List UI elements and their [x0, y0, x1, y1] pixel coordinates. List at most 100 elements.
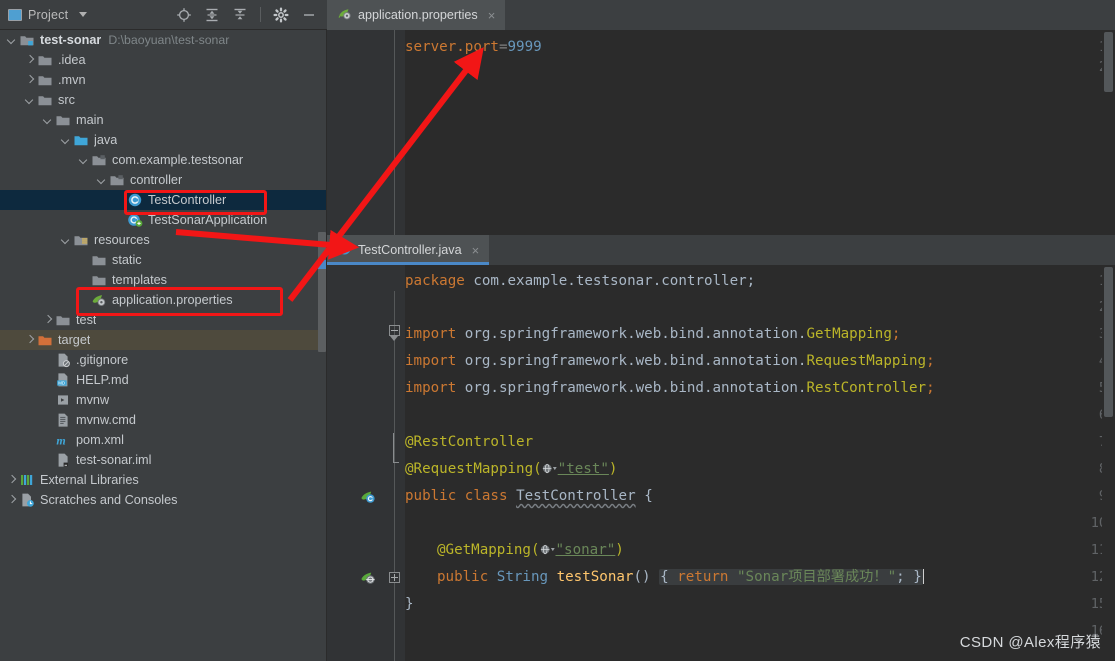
tree-item-external-libraries[interactable]: External Libraries [0, 470, 327, 490]
java-line-5: import org.springframework.web.bind.anno… [405, 378, 935, 398]
tree-item-static[interactable]: static [0, 250, 327, 270]
project-toolbar-actions [176, 6, 327, 23]
semicolon: ; [926, 353, 935, 369]
tree-item-idea[interactable]: .idea [0, 50, 327, 70]
class-close-brace: } [405, 596, 414, 612]
tree-toggle-right-icon[interactable] [24, 335, 35, 346]
close-icon[interactable]: × [488, 9, 496, 22]
minimize-icon[interactable] [301, 7, 317, 23]
tree-item-label: .idea [58, 53, 86, 67]
tree-item-label: External Libraries [40, 473, 139, 487]
tree-item-pom-xml[interactable]: m pom.xml [0, 430, 327, 450]
tree-item-scratches-and-consoles[interactable]: Scratches and Consoles [0, 490, 327, 510]
spring-boot-class-icon [127, 212, 143, 228]
external-libraries-icon [19, 472, 35, 488]
iml-module-file-icon [55, 452, 71, 468]
tree-item-com-example-testsonar[interactable]: com.example.testsonar [0, 150, 327, 170]
tree-toggle-down-icon[interactable] [96, 175, 107, 186]
expand-all-icon[interactable] [204, 7, 220, 23]
tree-item-label: .gitignore [76, 353, 129, 367]
open-brace: { [644, 488, 653, 504]
java-editor-pane[interactable]: 1 2 3 4 5 6 7 8 9 10 11 12 15 16 [327, 265, 1115, 661]
tree-item-mvnw-cmd[interactable]: mvnw.cmd [0, 410, 327, 430]
tree-toggle-right-icon[interactable] [42, 315, 53, 326]
module-folder-icon [19, 32, 35, 48]
folder-icon [37, 92, 53, 108]
tree-item-label: application.properties [112, 293, 233, 307]
folded-method-body[interactable]: { return "Sonar项目部署成功！"; } [659, 569, 923, 585]
svg-text:MD: MD [58, 381, 65, 386]
tree-item-main[interactable]: main [0, 110, 327, 130]
folder-icon [91, 272, 107, 288]
tree-toggle-down-icon[interactable] [6, 35, 17, 46]
scrollbar-thumb[interactable] [1104, 267, 1113, 417]
tree-toggle-right-icon[interactable] [24, 55, 35, 66]
tree-item-mvnw[interactable]: mvnw [0, 390, 327, 410]
folder-icon [55, 312, 71, 328]
properties-fold-line [394, 30, 395, 235]
tree-item-resources[interactable]: resources [0, 230, 327, 250]
tree-item-help-md[interactable]: MD HELP.md [0, 370, 327, 390]
tree-item-label: TestController [148, 193, 227, 207]
tree-item-test-sonar-iml[interactable]: test-sonar.iml [0, 450, 327, 470]
tree-toggle-right-icon[interactable] [6, 495, 17, 506]
collapse-all-icon[interactable] [232, 7, 248, 23]
tree-item-mvn[interactable]: .mvn [0, 70, 327, 90]
tree-item-test-sonar[interactable]: test-sonar D:\baoyuan\test-sonar [0, 30, 327, 50]
scrollbar-thumb[interactable] [1104, 32, 1113, 92]
tree-item-src[interactable]: src [0, 90, 327, 110]
settings-gear-icon[interactable] [273, 6, 289, 23]
keyword-public: public [405, 488, 457, 504]
properties-editor-pane[interactable]: 1 2 server.port=9999 [327, 30, 1115, 235]
keyword-import: import [405, 326, 457, 342]
web-endpoint-inline-icon[interactable] [540, 542, 556, 563]
keyword-import: import [405, 380, 457, 396]
text-caret [922, 569, 925, 584]
tree-toggle-down-icon[interactable] [42, 115, 53, 126]
import-class: RestController [806, 380, 927, 396]
java-line-8: @RequestMapping("test") [405, 459, 617, 479]
folded-close-brace: } [913, 569, 922, 585]
tree-item-testsonarapplication[interactable]: TestSonarApplication [0, 210, 327, 230]
tree-item-templates[interactable]: templates [0, 270, 327, 290]
fold-marker-imports[interactable] [389, 325, 400, 341]
chevron-down-icon[interactable] [79, 12, 88, 17]
project-tree[interactable]: test-sonar D:\baoyuan\test-sonar .idea .mvn… [0, 30, 327, 661]
tree-item-label: controller [130, 173, 183, 187]
semicolon: ; [926, 380, 935, 396]
tree-item-gitignore[interactable]: .gitignore [0, 350, 327, 370]
locate-target-icon[interactable] [176, 7, 192, 23]
property-value: 9999 [507, 39, 542, 55]
project-title-group[interactable]: Project [0, 8, 88, 22]
tree-toggle-down-icon[interactable] [78, 155, 89, 166]
fold-expand-marker-line12[interactable] [389, 572, 400, 583]
web-endpoint-inline-icon[interactable] [542, 461, 558, 482]
import-class: GetMapping [806, 326, 892, 342]
property-key: server.port [405, 39, 499, 55]
package-name: com.example.testsonar.controller; [473, 273, 756, 289]
tree-item-label: java [94, 133, 118, 147]
tree-toggle-down-icon[interactable] [60, 235, 71, 246]
tree-item-target[interactable]: target [0, 330, 327, 350]
tree-item-application-properties[interactable]: application.properties [0, 290, 327, 310]
tree-toggle-right-icon[interactable] [6, 475, 17, 486]
tree-item-test[interactable]: test [0, 310, 327, 330]
tree-toggle-down-icon[interactable] [60, 135, 71, 146]
java-vscrollbar[interactable] [1102, 265, 1115, 661]
tree-toggle-down-icon[interactable] [24, 95, 35, 106]
return-type-string: String [496, 569, 549, 585]
tree-toggle-spacer [42, 395, 53, 406]
sidebar-scrollbar[interactable] [318, 232, 326, 352]
class-name-testcontroller: TestController [516, 488, 636, 504]
spring-bean-gutter-icon[interactable] [360, 489, 376, 510]
properties-vscrollbar[interactable] [1102, 30, 1115, 235]
tab-application-properties[interactable]: application.properties × [327, 0, 506, 30]
tree-item-testcontroller[interactable]: TestController [0, 190, 327, 210]
close-icon[interactable]: × [472, 244, 480, 257]
tab-testcontroller-java[interactable]: TestController.java × [327, 235, 490, 265]
property-equals: = [498, 39, 508, 55]
tree-toggle-right-icon[interactable] [24, 75, 35, 86]
tree-item-controller[interactable]: controller [0, 170, 327, 190]
spring-request-mapping-gutter-icon[interactable] [360, 570, 376, 591]
tree-item-java[interactable]: java [0, 130, 327, 150]
